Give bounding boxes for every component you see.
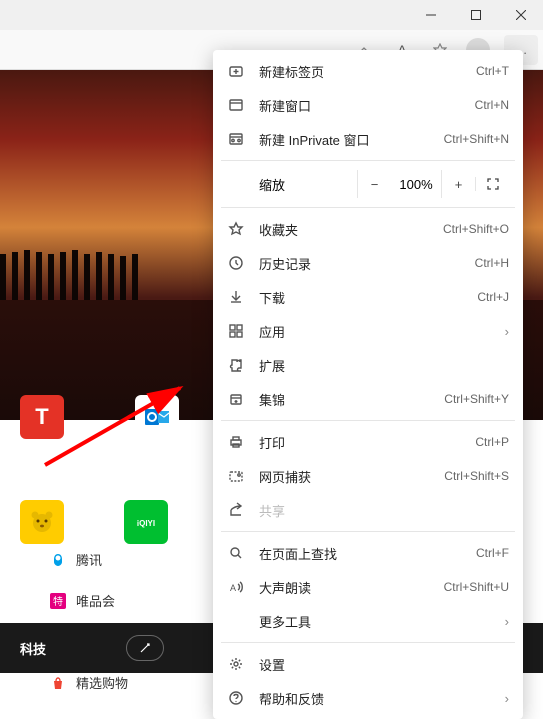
menu-shortcut: Ctrl+N xyxy=(475,98,509,112)
menu-shortcut: Ctrl+H xyxy=(475,256,509,270)
menu-label: 应用 xyxy=(259,322,491,341)
tile-lion[interactable] xyxy=(20,500,64,544)
menu-extensions[interactable]: 扩展 xyxy=(213,348,523,382)
menu-help[interactable]: 帮助和反馈 › xyxy=(213,681,523,715)
menu-label: 收藏夹 xyxy=(259,220,429,239)
link-label: 精选购物 xyxy=(76,673,128,692)
menu-label: 新建标签页 xyxy=(259,62,462,81)
vip-icon: 特 xyxy=(50,593,66,609)
tencent-icon xyxy=(50,552,66,568)
menu-label: 共享 xyxy=(259,501,509,520)
menu-separator xyxy=(221,207,515,208)
link-label: 腾讯 xyxy=(76,550,102,569)
svg-text:A: A xyxy=(230,583,236,593)
menu-label: 新建 InPrivate 窗口 xyxy=(259,130,430,149)
zoom-in-button[interactable]: + xyxy=(441,170,475,198)
menu-history[interactable]: 历史记录 Ctrl+H xyxy=(213,246,523,280)
menu-label: 集锦 xyxy=(259,390,430,409)
gear-icon xyxy=(227,655,245,673)
link-label: 唯品会 xyxy=(76,591,115,610)
zoom-value: 100% xyxy=(391,177,441,192)
menu-shortcut: Ctrl+T xyxy=(476,64,509,78)
menu-separator xyxy=(221,531,515,532)
close-button[interactable] xyxy=(498,0,543,30)
menu-read-aloud[interactable]: A 大声朗读 Ctrl+Shift+U xyxy=(213,570,523,604)
bag-icon xyxy=(50,675,66,691)
extensions-icon xyxy=(227,356,245,374)
menu-shortcut: Ctrl+Shift+N xyxy=(444,132,509,146)
menu-settings[interactable]: 设置 xyxy=(213,647,523,681)
chevron-right-icon: › xyxy=(505,614,509,629)
download-icon xyxy=(227,288,245,306)
menu-more-tools[interactable]: 更多工具 › xyxy=(213,604,523,638)
menu-share: 共享 xyxy=(213,493,523,527)
menu-label: 更多工具 xyxy=(259,612,491,631)
menu-label: 新建窗口 xyxy=(259,96,461,115)
menu-new-window[interactable]: 新建窗口 Ctrl+N xyxy=(213,88,523,122)
menu-label: 网页捕获 xyxy=(259,467,430,486)
link-shopping[interactable]: 精选购物 xyxy=(50,673,128,692)
read-aloud-icon: A xyxy=(227,578,245,596)
menu-new-inprivate[interactable]: 新建 InPrivate 窗口 Ctrl+Shift+N xyxy=(213,122,523,156)
chevron-right-icon: › xyxy=(505,324,509,339)
menu-shortcut: Ctrl+P xyxy=(475,435,509,449)
menu-label: 打印 xyxy=(259,433,461,452)
menu-label: 在页面上查找 xyxy=(259,544,462,563)
menu-shortcut: Ctrl+Shift+U xyxy=(444,580,509,594)
menu-label: 扩展 xyxy=(259,356,509,375)
menu-find[interactable]: 在页面上查找 Ctrl+F xyxy=(213,536,523,570)
lion-icon xyxy=(20,500,64,544)
menu-shortcut: Ctrl+J xyxy=(477,290,509,304)
zoom-out-button[interactable]: − xyxy=(357,170,391,198)
menu-new-tab[interactable]: 新建标签页 Ctrl+T xyxy=(213,54,523,88)
inprivate-icon xyxy=(227,130,245,148)
new-tab-icon xyxy=(227,62,245,80)
menu-shortcut: Ctrl+F xyxy=(476,546,509,560)
history-icon xyxy=(227,254,245,272)
menu-collections[interactable]: 集锦 Ctrl+Shift+Y xyxy=(213,382,523,416)
chevron-right-icon: › xyxy=(505,691,509,706)
star-icon xyxy=(227,220,245,238)
svg-text:iQIYI: iQIYI xyxy=(137,519,155,528)
blank-icon xyxy=(227,612,245,630)
fullscreen-button[interactable] xyxy=(475,177,509,191)
menu-shortcut: Ctrl+Shift+Y xyxy=(444,392,509,406)
new-window-icon xyxy=(227,96,245,114)
minimize-button[interactable] xyxy=(408,0,453,30)
menu-print[interactable]: 打印 Ctrl+P xyxy=(213,425,523,459)
search-icon xyxy=(227,544,245,562)
menu-label: 帮助和反馈 xyxy=(259,689,491,708)
collections-icon xyxy=(227,390,245,408)
footer-tech[interactable]: 科技 xyxy=(20,639,46,658)
menu-separator xyxy=(221,420,515,421)
menu-label: 历史记录 xyxy=(259,254,461,273)
print-icon xyxy=(227,433,245,451)
menu-capture[interactable]: 网页捕获 Ctrl+Shift+S xyxy=(213,459,523,493)
menu-shortcut: Ctrl+Shift+O xyxy=(443,222,509,236)
tile-iqiyi[interactable]: iQIYI xyxy=(124,500,168,544)
menu-zoom: 缩放 − 100% + xyxy=(213,165,523,203)
menu-separator xyxy=(221,160,515,161)
menu-shortcut: Ctrl+Shift+S xyxy=(444,469,509,483)
menu-label: 大声朗读 xyxy=(259,578,430,597)
menu-apps[interactable]: 应用 › xyxy=(213,314,523,348)
link-tencent[interactable]: 腾讯 xyxy=(50,550,128,569)
menu-separator xyxy=(221,642,515,643)
apps-icon xyxy=(227,322,245,340)
titlebar xyxy=(0,0,543,30)
menu-label: 下载 xyxy=(259,288,463,307)
maximize-button[interactable] xyxy=(453,0,498,30)
menu-favorites[interactable]: 收藏夹 Ctrl+Shift+O xyxy=(213,212,523,246)
share-icon xyxy=(227,501,245,519)
annotation-arrow xyxy=(40,380,200,470)
settings-menu: 新建标签页 Ctrl+T 新建窗口 Ctrl+N 新建 InPrivate 窗口… xyxy=(213,50,523,719)
zoom-label: 缩放 xyxy=(227,175,357,194)
help-icon xyxy=(227,689,245,707)
menu-label: 设置 xyxy=(259,655,509,674)
capture-icon xyxy=(227,467,245,485)
customize-button[interactable] xyxy=(126,635,164,661)
link-vip[interactable]: 特 唯品会 xyxy=(50,591,128,610)
iqiyi-icon: iQIYI xyxy=(124,500,168,544)
menu-downloads[interactable]: 下载 Ctrl+J xyxy=(213,280,523,314)
